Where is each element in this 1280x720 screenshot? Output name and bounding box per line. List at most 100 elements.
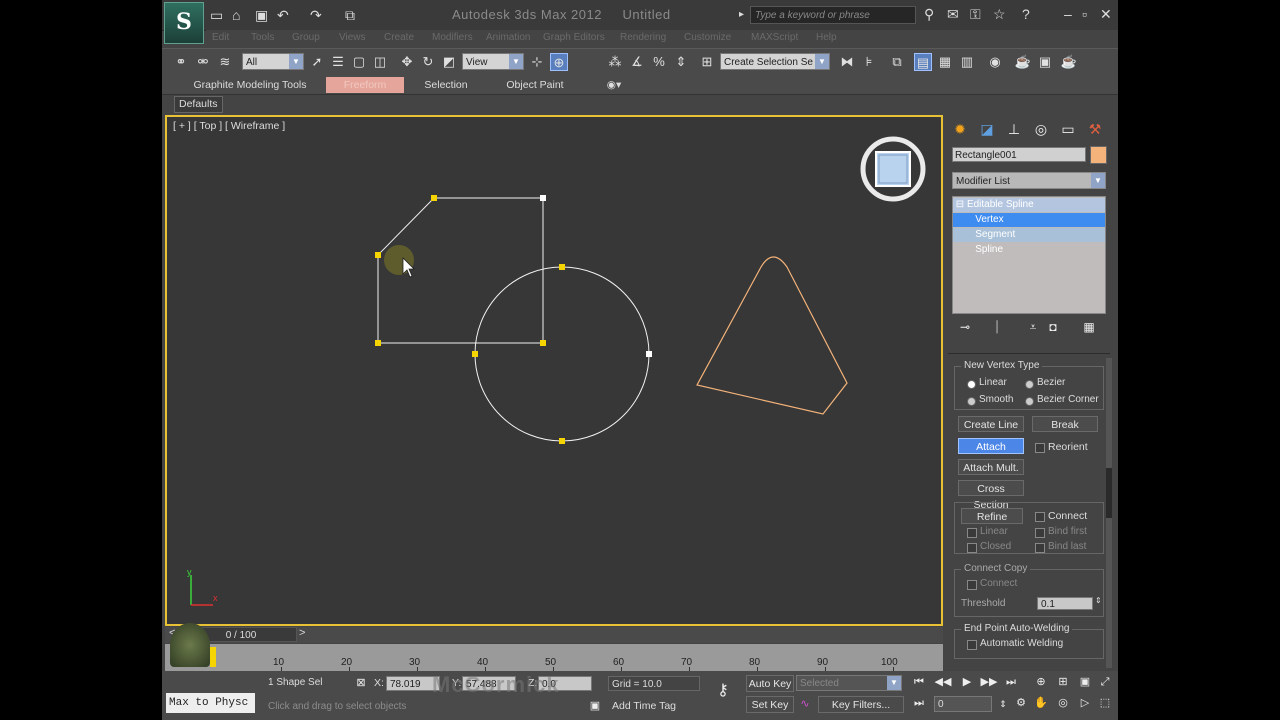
tab-freeform[interactable]: Freeform	[326, 77, 404, 93]
tab-selection[interactable]: Selection	[412, 77, 480, 93]
angle-snap-icon[interactable]: ∡	[628, 53, 646, 71]
current-frame-marker[interactable]	[210, 647, 216, 667]
redo-icon[interactable]: ↷	[310, 6, 322, 24]
key-mode-toggle-icon[interactable]: ⏭	[910, 695, 928, 711]
stack-item-segment[interactable]: Segment	[953, 228, 1105, 242]
communication-icon[interactable]: ✉	[947, 6, 959, 23]
pin-stack-icon[interactable]: ⊸	[956, 320, 974, 338]
stack-item-editable-spline[interactable]: ⊟ Editable Spline	[953, 198, 1105, 212]
menu-tools[interactable]: Tools	[251, 32, 274, 43]
refine-button[interactable]: Refine	[961, 508, 1023, 524]
show-end-result-icon[interactable]: ⏐	[988, 320, 1006, 338]
stack-item-vertex[interactable]: Vertex	[953, 213, 1105, 227]
menu-edit[interactable]: Edit	[212, 32, 229, 43]
window-crossing-icon[interactable]: ◫	[371, 53, 389, 71]
reference-coord-dropdown[interactable]: View ▼	[462, 53, 524, 70]
modifier-list-dropdown[interactable]: Modifier List ▼	[952, 172, 1106, 189]
viewcube-icon[interactable]	[860, 136, 926, 202]
rotate-icon[interactable]: ↻	[419, 53, 437, 71]
render-production-icon[interactable]: ☕	[1060, 53, 1078, 71]
motion-tab-icon[interactable]: ◎	[1031, 120, 1051, 138]
add-time-tag-button[interactable]: Add Time Tag	[612, 700, 676, 712]
key-filters-button[interactable]: Key Filters...	[818, 696, 904, 713]
track-bar[interactable]: 10 20 30 40 50 60 70 80 90 100	[165, 644, 943, 671]
move-icon[interactable]: ✥	[398, 53, 416, 71]
menu-group[interactable]: Group	[292, 32, 320, 43]
reorient-checkbox[interactable]	[1035, 443, 1045, 453]
play-icon[interactable]: ▶	[958, 674, 976, 690]
pan-icon[interactable]: ✋	[1032, 695, 1050, 711]
menu-graph-editors[interactable]: Graph Editors	[543, 32, 605, 43]
viewport-top[interactable]: [ + ] [ Top ] [ Wireframe ] y x	[165, 115, 943, 626]
curve-editor-icon[interactable]: ▦	[936, 53, 954, 71]
radio-linear[interactable]	[967, 380, 976, 389]
save-file-icon[interactable]: ▣	[255, 6, 268, 24]
make-unique-icon[interactable]: ⩡	[1024, 320, 1042, 338]
new-file-icon[interactable]: ▭	[210, 6, 223, 24]
favorites-icon[interactable]: ☆	[993, 6, 1006, 23]
set-key-button[interactable]: Set Key	[746, 696, 794, 713]
schematic-view-icon[interactable]: ▥	[958, 53, 976, 71]
search-expand-icon[interactable]: ▸	[739, 6, 744, 24]
named-selection-dropdown[interactable]: Create Selection Se ▼	[720, 53, 830, 70]
closed-checkbox[interactable]	[967, 543, 977, 553]
display-tab-icon[interactable]: ▭	[1058, 120, 1078, 138]
close-icon[interactable]: ✕	[1100, 6, 1112, 23]
radio-bezier[interactable]	[1025, 380, 1034, 389]
time-slider[interactable]: < 0 / 100 >	[165, 627, 943, 643]
circle-spline[interactable]	[472, 264, 652, 444]
link-icon[interactable]: ⚭	[172, 53, 190, 71]
bind-first-checkbox[interactable]	[1035, 528, 1045, 538]
triangle-spline[interactable]	[696, 256, 848, 415]
connect-checkbox[interactable]	[1035, 512, 1045, 522]
modify-tab-icon[interactable]: ◪	[977, 120, 997, 138]
bind-last-checkbox[interactable]	[1035, 543, 1045, 553]
select-by-name-icon[interactable]: ☰	[329, 53, 347, 71]
rect-selection-icon[interactable]: ▢	[350, 53, 368, 71]
time-tag-icon[interactable]: ▣	[586, 698, 604, 714]
field-of-view-icon[interactable]: ▷	[1076, 695, 1094, 711]
attach-mult-button[interactable]: Attach Mult.	[958, 459, 1024, 475]
create-tab-icon[interactable]: ✹	[950, 120, 970, 138]
zoom-all-icon[interactable]: ⊞	[1054, 674, 1072, 690]
next-frame-icon[interactable]: >	[299, 627, 305, 639]
create-line-button[interactable]: Create Line	[958, 416, 1024, 432]
radio-smooth[interactable]	[967, 397, 976, 406]
stack-item-spline[interactable]: Spline	[953, 243, 1105, 257]
pivot-center-icon[interactable]: ⊹	[528, 53, 546, 71]
open-file-icon[interactable]: ⌂	[232, 6, 240, 24]
configure-modifier-sets-icon[interactable]: ▦	[1080, 320, 1098, 338]
menu-modifiers[interactable]: Modifiers	[432, 32, 473, 43]
binoculars-icon[interactable]: ⚲	[924, 6, 934, 23]
time-config-icon[interactable]: ⚙	[1012, 695, 1030, 711]
rollout-scrollbar[interactable]	[1106, 358, 1112, 668]
break-button[interactable]: Break	[1032, 416, 1098, 432]
scale-icon[interactable]: ◩	[440, 53, 458, 71]
auto-key-button[interactable]: Auto Key	[746, 675, 794, 692]
tab-object-paint[interactable]: Object Paint	[492, 77, 578, 93]
object-color-swatch[interactable]	[1090, 146, 1107, 164]
zoom-extents-all-icon[interactable]: ⤢	[1096, 674, 1114, 690]
project-folder-icon[interactable]: ⧉	[345, 6, 355, 24]
menu-rendering[interactable]: Rendering	[620, 32, 666, 43]
align-icon[interactable]: ⊧	[860, 53, 878, 71]
goto-start-icon[interactable]: ⏮	[910, 674, 928, 690]
scrollbar-thumb[interactable]	[1106, 468, 1112, 518]
zoom-extents-icon[interactable]: ▣	[1076, 674, 1094, 690]
frame-spinner-icon[interactable]: ⇕	[994, 696, 1012, 712]
manipulate-icon[interactable]: ⊕	[550, 53, 568, 71]
menu-animation[interactable]: Animation	[486, 32, 530, 43]
minimize-icon[interactable]: –	[1064, 6, 1072, 22]
remove-modifier-icon[interactable]: ◘	[1044, 320, 1062, 338]
select-object-icon[interactable]: ➚	[308, 53, 326, 71]
key-curve-icon[interactable]: ∿	[796, 696, 814, 712]
hierarchy-tab-icon[interactable]: ⊥	[1004, 120, 1024, 138]
percent-snap-icon[interactable]: %	[650, 53, 668, 71]
search-input[interactable]: Type a keyword or phrase	[750, 6, 916, 24]
help-icon[interactable]: ?	[1022, 6, 1030, 22]
radio-bezier-corner[interactable]	[1025, 397, 1034, 406]
menu-customize[interactable]: Customize	[684, 32, 731, 43]
edit-named-sel-icon[interactable]: ⊞	[698, 53, 716, 71]
automatic-welding-checkbox[interactable]	[967, 640, 977, 650]
undo-icon[interactable]: ↶	[277, 6, 289, 24]
